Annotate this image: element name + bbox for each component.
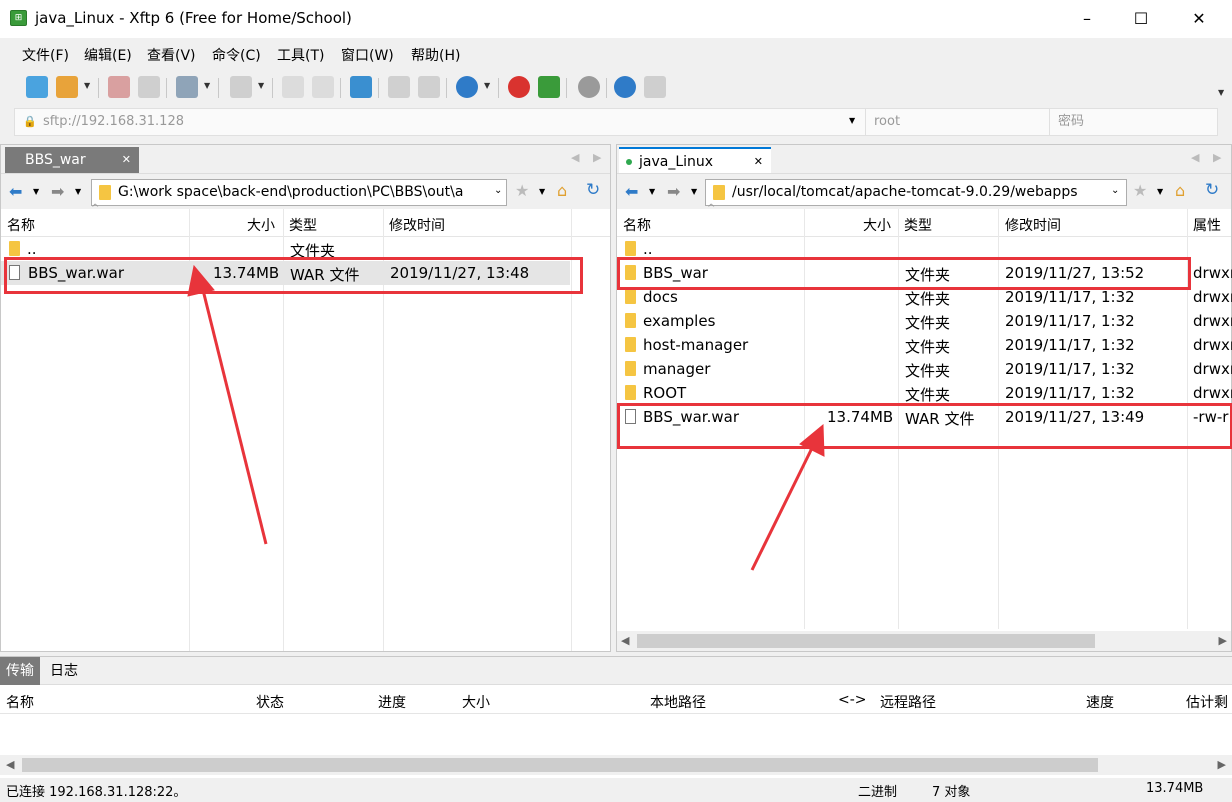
- transfer-header: 名称 状态 进度 大小 本地路径 <-> 远程路径 速度 估计剩: [0, 686, 1232, 714]
- object-count: 7 对象: [932, 785, 971, 800]
- transfer-mode: 二进制: [858, 785, 898, 800]
- connection-status: 已连接 192.168.31.128:22。: [6, 785, 187, 800]
- horizontal-scrollbar[interactable]: ◀ ▶: [0, 755, 1232, 775]
- scrollbar-thumb[interactable]: [22, 758, 1098, 772]
- status-bar: 已连接 192.168.31.128:22。 二进制 7 对象 13.74MB: [0, 778, 1232, 802]
- tab-transfer[interactable]: 传输: [0, 657, 40, 685]
- transfer-panel: 传输 日志 名称 状态 进度 大小 本地路径 <-> 远程路径 速度 估计剩 ◀…: [0, 656, 1232, 778]
- total-size: 13.74MB: [1146, 781, 1204, 796]
- tab-log[interactable]: 日志: [44, 657, 84, 685]
